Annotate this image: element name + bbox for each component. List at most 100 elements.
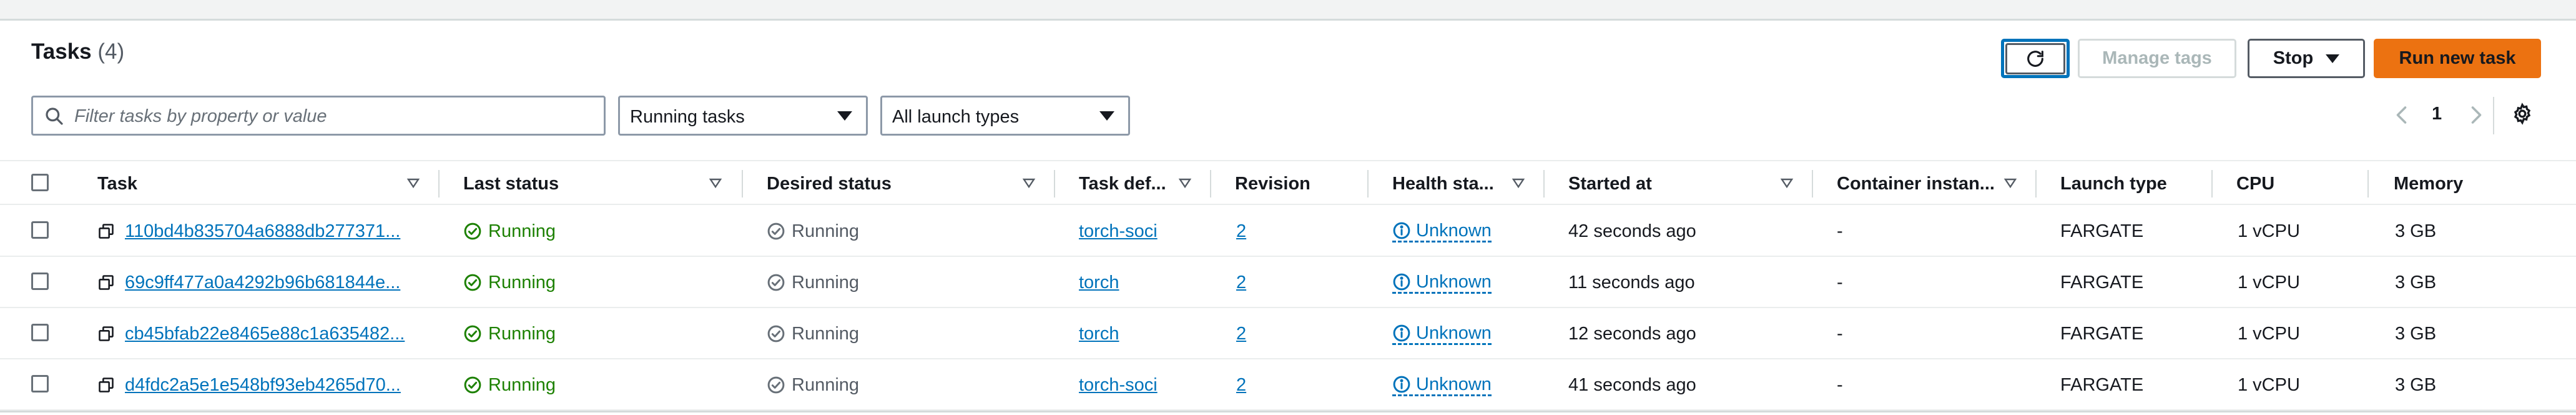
refresh-button[interactable]	[2001, 39, 2070, 78]
task-cell: d4fdc2a5e1e548bf93eb4265d70...	[97, 359, 422, 411]
table-row[interactable]: cb45bfab22e8465e88c1a635482... Running Run…	[0, 308, 2576, 359]
last-status-text: Running	[488, 221, 556, 241]
column-header-desired-status[interactable]: Desired status	[767, 161, 892, 206]
copy-icon[interactable]	[97, 274, 115, 291]
column-header-revision[interactable]: Revision	[1235, 161, 1310, 206]
launch-type-text: FARGATE	[2060, 272, 2144, 292]
settings-gear-icon[interactable]	[2511, 102, 2534, 125]
desired-status-text: Running	[792, 221, 860, 241]
sort-icon[interactable]	[1779, 176, 1794, 191]
task-id-link[interactable]: 69c9ff477a0a4292b96b681844e...	[125, 272, 400, 293]
search-input[interactable]: Filter tasks by property or value	[31, 96, 606, 136]
column-divider	[742, 170, 743, 198]
table-row[interactable]: d4fdc2a5e1e548bf93eb4265d70... Running Run…	[0, 359, 2576, 411]
column-header-last-status[interactable]: Last status	[463, 161, 559, 206]
column-divider	[1367, 170, 1369, 198]
sort-icon[interactable]	[406, 176, 421, 191]
chevron-left-icon[interactable]	[2391, 102, 2414, 128]
task-definition-link[interactable]: torch	[1079, 272, 1119, 293]
page-title: Tasks (4)	[31, 39, 124, 64]
column-header-task-definition[interactable]: Task def...	[1079, 161, 1166, 206]
sort-icon[interactable]	[2003, 176, 2018, 191]
revision-link[interactable]: 2	[1236, 221, 1246, 242]
task-definition-cell: torch-soci	[1079, 359, 1204, 411]
column-header-container-instance[interactable]: Container instan...	[1837, 161, 1995, 206]
status-stopped-icon	[767, 222, 785, 240]
started-at-text: 11 seconds ago	[1568, 272, 1695, 292]
cpu-text: 1 vCPU	[2238, 374, 2300, 395]
started-at-text: 12 seconds ago	[1568, 323, 1696, 344]
task-definition-link[interactable]: torch-soci	[1079, 375, 1158, 396]
health-status-popover[interactable]: Unknown	[1392, 272, 1492, 294]
info-icon	[1393, 273, 1410, 290]
task-id-link[interactable]: d4fdc2a5e1e548bf93eb4265d70...	[125, 375, 401, 396]
table-header: Task Last status Desired status Task def…	[0, 160, 2576, 205]
revision-link[interactable]: 2	[1236, 272, 1246, 293]
row-checkbox[interactable]	[31, 221, 49, 239]
health-status-popover[interactable]: Unknown	[1392, 221, 1492, 242]
sort-icon[interactable]	[708, 176, 723, 191]
table-row[interactable]: 69c9ff477a0a4292b96b681844e... Running Run…	[0, 257, 2576, 308]
column-header-health-status[interactable]: Health sta...	[1392, 161, 1494, 206]
manage-tags-button[interactable]: Manage tags	[2078, 39, 2236, 78]
status-stopped-icon	[767, 376, 785, 394]
container-instance-text: -	[1837, 323, 1843, 344]
sort-icon[interactable]	[1021, 176, 1036, 191]
last-status-text: Running	[488, 374, 556, 395]
task-id-link[interactable]: cb45bfab22e8465e88c1a635482...	[125, 324, 405, 344]
cpu-text: 1 vCPU	[2238, 272, 2300, 292]
desired-status-text: Running	[792, 374, 860, 395]
status-filter-select[interactable]: Running tasks	[618, 96, 868, 136]
status-success-icon	[464, 274, 481, 291]
run-new-task-button[interactable]: Run new task	[2374, 39, 2541, 78]
task-definition-link[interactable]: torch-soci	[1079, 221, 1158, 242]
row-checkbox[interactable]	[31, 324, 49, 341]
info-icon	[1393, 324, 1410, 341]
health-status-popover[interactable]: Unknown	[1392, 374, 1492, 396]
column-header-started-at[interactable]: Started at	[1568, 161, 1652, 206]
caret-down-icon	[1099, 111, 1114, 121]
task-definition-cell: torch-soci	[1079, 206, 1204, 257]
column-header-memory[interactable]: Memory	[2394, 161, 2463, 206]
copy-icon[interactable]	[97, 325, 115, 342]
container-instance-cell: -	[1837, 257, 2024, 308]
desired-status-text: Running	[792, 272, 860, 292]
memory-text: 3 GB	[2395, 221, 2437, 241]
sort-icon[interactable]	[1511, 176, 1526, 191]
row-checkbox[interactable]	[31, 375, 49, 392]
task-definition-cell: torch	[1079, 257, 1204, 308]
memory-text: 3 GB	[2395, 323, 2437, 344]
table-row[interactable]: 110bd4b835704a6888db277371... Running Runn…	[0, 206, 2576, 257]
select-all-checkbox[interactable]	[31, 174, 49, 191]
status-success-icon	[464, 325, 481, 342]
launch-type-cell: FARGATE	[2060, 206, 2204, 257]
task-id-link[interactable]: 110bd4b835704a6888db277371...	[125, 221, 400, 242]
stop-button[interactable]: Stop	[2248, 39, 2365, 78]
container-instance-text: -	[1837, 374, 1843, 395]
row-checkbox[interactable]	[31, 272, 49, 290]
status-filter-value: Running tasks	[630, 107, 745, 127]
revision-link[interactable]: 2	[1236, 375, 1246, 396]
column-header-cpu[interactable]: CPU	[2236, 161, 2274, 206]
task-cell: cb45bfab22e8465e88c1a635482...	[97, 308, 422, 359]
memory-cell: 3 GB	[2395, 308, 2520, 359]
task-definition-link[interactable]: torch	[1079, 324, 1119, 344]
sort-icon[interactable]	[1177, 176, 1192, 191]
copy-icon[interactable]	[97, 222, 115, 240]
column-divider	[1210, 170, 1211, 198]
column-header-task[interactable]: Task	[97, 161, 137, 206]
last-status-cell: Running	[463, 257, 725, 308]
revision-cell: 2	[1236, 257, 1361, 308]
health-status-cell: Unknown	[1392, 308, 1542, 359]
revision-link[interactable]: 2	[1236, 324, 1246, 344]
health-status-popover[interactable]: Unknown	[1392, 323, 1492, 345]
task-cell: 110bd4b835704a6888db277371...	[97, 206, 422, 257]
launch-type-cell: FARGATE	[2060, 257, 2204, 308]
launch-type-select[interactable]: All launch types	[880, 96, 1130, 136]
last-status-cell: Running	[463, 206, 725, 257]
chevron-right-icon[interactable]	[2464, 102, 2487, 128]
column-header-launch-type[interactable]: Launch type	[2060, 161, 2167, 206]
copy-icon[interactable]	[97, 376, 115, 394]
page-number[interactable]: 1	[2432, 104, 2442, 124]
launch-type-text: FARGATE	[2060, 221, 2144, 241]
